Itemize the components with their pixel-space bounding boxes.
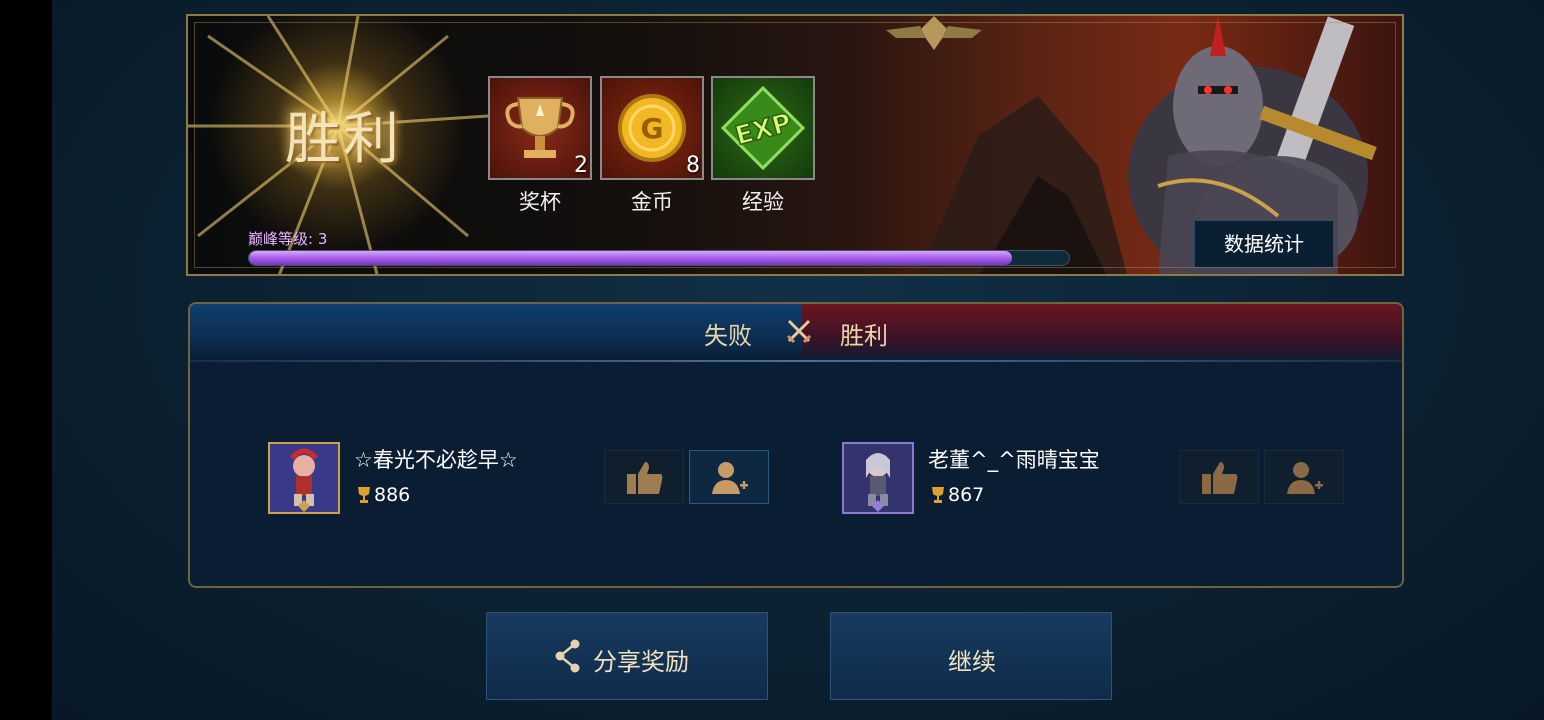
reward-gold-box: G 8 (600, 76, 704, 180)
player-2-add-friend-button[interactable] (1264, 450, 1344, 504)
player-2-like-button[interactable] (1179, 450, 1259, 504)
svg-text:G: G (641, 112, 664, 145)
left-team-result: 失败 (704, 322, 752, 350)
trophy-count: 2 (574, 153, 588, 178)
gold-label: 金币 (631, 190, 673, 214)
gold-count: 8 (686, 153, 700, 178)
add-friend-icon (712, 462, 748, 494)
right-team-result: 胜利 (840, 322, 888, 350)
reward-exp: EXP 经验 (711, 76, 815, 216)
peak-level-progress-bar (248, 250, 1070, 266)
reward-trophy-box: 2 (488, 76, 592, 180)
exp-label: 经验 (742, 190, 784, 214)
match-result-panel: 失败 胜利 ☆春光不必趁早☆ 886 老董^_^雨晴宝宝 867 (188, 302, 1404, 588)
share-icon (555, 639, 580, 673)
peak-level-label: 巅峰等级: 3 (248, 230, 328, 248)
thumbs-up-icon (1202, 462, 1238, 494)
data-statistics-button[interactable]: 数据统计 (1194, 220, 1334, 268)
result-header: 失败 胜利 (190, 304, 1402, 362)
trophy-label: 奖杯 (519, 190, 561, 214)
thumbs-up-icon (627, 462, 663, 494)
add-friend-icon (1287, 462, 1323, 494)
hero-portrait-icon (270, 444, 338, 512)
hero-portrait-icon (844, 444, 912, 512)
crossed-swords-icon (786, 319, 812, 344)
victory-banner: 胜利 2 奖杯 G 8 金币 EXP 经验 巅峰等级: 3 数据统计 (186, 14, 1404, 276)
reward-gold: G 8 金币 (600, 76, 704, 216)
share-rewards-label: 分享奖励 (593, 648, 689, 676)
player-1-avatar[interactable] (268, 442, 340, 514)
player-1-name: ☆春光不必趁早☆ (354, 448, 518, 472)
reward-exp-box: EXP (711, 76, 815, 180)
victory-side-header (802, 304, 1402, 362)
header-divider (190, 360, 1402, 362)
continue-button[interactable]: 继续 (830, 612, 1112, 700)
player-2-avatar[interactable] (842, 442, 914, 514)
player-1-trophies: 886 (374, 484, 411, 506)
peak-level-progress-fill (249, 251, 1012, 265)
exp-icon: EXP (720, 85, 806, 171)
trophy-icon (932, 487, 944, 503)
player-2-name: 老董^_^雨晴宝宝 (928, 448, 1100, 472)
player-1-add-friend-button[interactable] (689, 450, 769, 504)
player-1-like-button[interactable] (604, 450, 684, 504)
player-card-2: 老董^_^雨晴宝宝 867 (842, 442, 1102, 514)
battle-result-screen: 胜利 2 奖杯 G 8 金币 EXP 经验 巅峰等级: 3 数据统计 失败 胜利… (52, 0, 1544, 720)
reward-trophy: 2 奖杯 (488, 76, 592, 216)
player-card-1: ☆春光不必趁早☆ 886 (268, 442, 528, 514)
crest-ornament (886, 16, 982, 50)
player-2-trophies: 867 (948, 484, 985, 506)
victory-title: 胜利 (285, 107, 401, 172)
continue-label: 继续 (948, 648, 996, 676)
share-rewards-button[interactable]: 分享奖励 (486, 612, 768, 700)
trophy-icon (358, 487, 370, 503)
